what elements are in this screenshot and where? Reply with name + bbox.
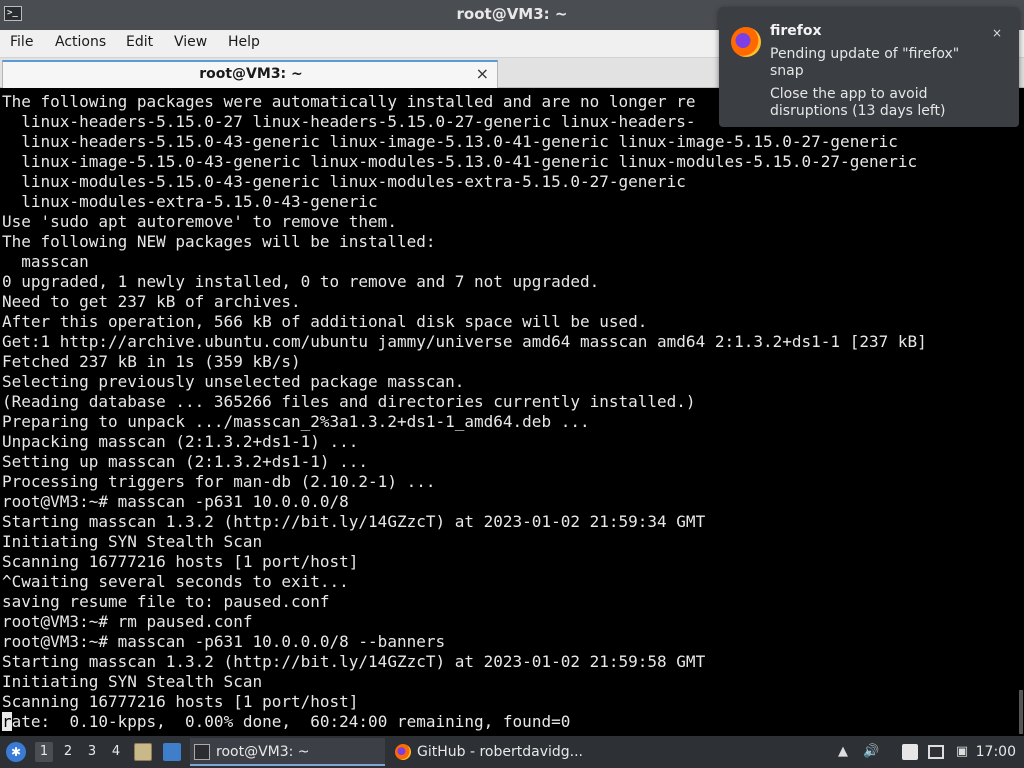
terminal-line: Processing triggers for man-db (2.10.2-1… (2, 472, 436, 491)
terminal-line: linux-modules-5.15.0-43-generic linux-mo… (2, 172, 686, 191)
terminal-line: linux-modules-extra-5.15.0-43-generic (2, 192, 378, 211)
terminal-line: Unpacking masscan (2:1.3.2+ds1-1) ... (2, 432, 359, 451)
menu-file[interactable]: File (9, 34, 34, 50)
updates-icon[interactable]: ▲ (835, 744, 851, 760)
taskbar: ✱ 1 2 3 4 root@VM3: ~ GitHub - robertdav… (0, 736, 1024, 768)
terminal-cursor-line: rate: 0.10-kpps, 0.00% done, 60:24:00 re… (2, 712, 927, 732)
terminal-line: Get:1 http://archive.ubuntu.com/ubuntu j… (2, 332, 927, 351)
start-menu-icon[interactable]: ✱ (6, 742, 26, 762)
terminal-scrollbar[interactable] (1018, 90, 1024, 736)
terminal-status-text: ate: 0.10-kpps, 0.00% done, 60:24:00 rem… (11, 712, 571, 731)
terminal-line: Initiating SYN Stealth Scan (2, 532, 263, 551)
terminal-line: Initiating SYN Stealth Scan (2, 672, 263, 691)
menu-edit[interactable]: Edit (125, 34, 154, 50)
terminal-line: saving resume file to: paused.conf (2, 592, 330, 611)
task-firefox[interactable]: GitHub - robertdavidg... (391, 738, 601, 766)
file-manager-icon[interactable] (134, 743, 152, 761)
terminal-cursor: r (2, 712, 12, 731)
display-icon[interactable] (928, 745, 944, 759)
terminal-output[interactable]: The following packages were automaticall… (0, 90, 1024, 736)
menu-view[interactable]: View (173, 34, 208, 50)
tab-close-icon[interactable]: × (476, 64, 489, 83)
terminal-line: ^Cwaiting several seconds to exit... (2, 572, 349, 591)
terminal-line: Scanning 16777216 hosts [1 port/host] (2, 692, 359, 711)
terminal-line: Scanning 16777216 hosts [1 port/host] (2, 552, 359, 571)
notification-body-line2: Close the app to avoid disruptions (13 d… (770, 86, 946, 119)
terminal-line: root@VM3:~# rm paused.conf (2, 612, 253, 631)
notification-body-line1: Pending update of "firefox" snap (770, 46, 960, 79)
notification-app-name: firefox (770, 23, 822, 39)
task-terminal[interactable]: root@VM3: ~ (190, 738, 385, 766)
terminal-line: Setting up masscan (2:1.3.2+ds1-1) ... (2, 452, 369, 471)
terminal-line: 0 upgraded, 1 newly installed, 0 to remo… (2, 272, 600, 291)
terminal-line: Starting masscan 1.3.2 (http://bit.ly/14… (2, 652, 706, 671)
terminal-line: Selecting previously unselected package … (2, 372, 465, 391)
clock[interactable]: 17:00 (976, 736, 1016, 768)
terminal-line: Preparing to unpack .../masscan_2%3a1.3.… (2, 412, 590, 431)
workspace-2[interactable]: 2 (59, 742, 77, 762)
terminal-line: linux-image-5.15.0-43-generic linux-modu… (2, 152, 918, 171)
terminal-lines: The following packages were automaticall… (2, 92, 927, 732)
task-label: GitHub - robertdavidg... (417, 744, 583, 760)
network-icon[interactable]: ▣ (954, 744, 970, 760)
menu-actions[interactable]: Actions (54, 34, 107, 50)
workspace-1[interactable]: 1 (35, 742, 53, 762)
notification-close-icon[interactable]: × (989, 25, 1005, 41)
terminal-line: linux-headers-5.15.0-43-generic linux-im… (2, 132, 898, 151)
terminal-line: Need to get 237 kB of archives. (2, 292, 301, 311)
desktop-screen: >_ root@VM3: ~ File Actions Edit View He… (0, 0, 1024, 768)
terminal-line: The following NEW packages will be insta… (2, 232, 436, 251)
terminal-line: root@VM3:~# masscan -p631 10.0.0.0/8 (2, 492, 349, 511)
volume-icon[interactable]: 🔊 (863, 744, 879, 760)
tab-label: root@VM3: ~ (199, 66, 303, 82)
tab-terminal[interactable]: root@VM3: ~ × (2, 60, 498, 88)
terminal-line: Starting masscan 1.3.2 (http://bit.ly/14… (2, 512, 706, 531)
workspace-3[interactable]: 3 (83, 742, 101, 762)
firefox-icon (395, 744, 411, 760)
terminal-line: masscan (2, 252, 89, 271)
terminal-icon (194, 744, 210, 760)
notification-popup[interactable]: firefox Pending update of "firefox" snap… (719, 7, 1019, 127)
workspace-4[interactable]: 4 (107, 742, 125, 762)
terminal-line: After this operation, 566 kB of addition… (2, 312, 648, 331)
clipboard-icon[interactable] (902, 744, 918, 760)
terminal-line: Fetched 237 kB in 1s (359 kB/s) (2, 352, 301, 371)
terminal-line: (Reading database ... 365266 files and d… (2, 392, 696, 411)
show-desktop-icon[interactable] (163, 743, 181, 761)
firefox-icon (731, 27, 761, 57)
menu-help[interactable]: Help (227, 34, 261, 50)
scrollbar-thumb[interactable] (1019, 690, 1023, 734)
task-label: root@VM3: ~ (216, 744, 310, 760)
terminal-line: Use 'sudo apt autoremove' to remove them… (2, 212, 397, 231)
terminal-line: root@VM3:~# masscan -p631 10.0.0.0/8 --b… (2, 632, 446, 651)
